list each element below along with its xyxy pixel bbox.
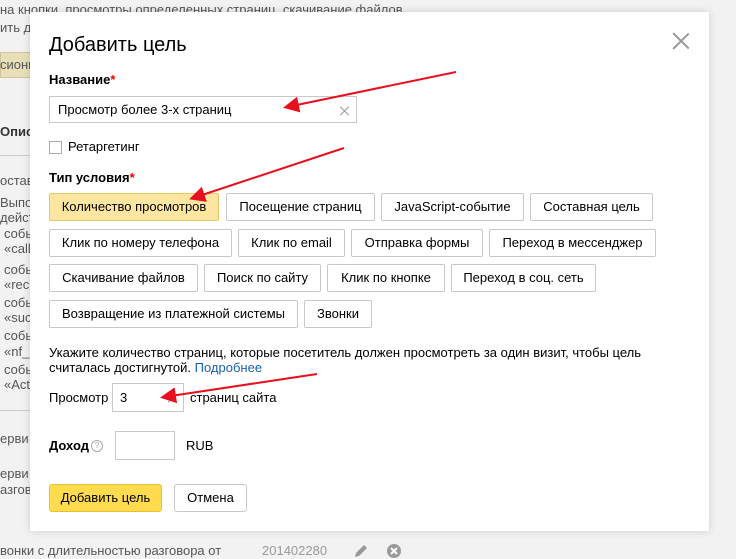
help-icon[interactable]: ? [91,440,103,452]
retargeting-label: Ретаргетинг [68,139,140,154]
background-snippet: ерви [0,466,29,481]
condition-email-click[interactable]: Клик по email [238,229,345,257]
name-label: Название* [49,72,116,87]
close-icon[interactable] [672,32,690,50]
background-snippet: «rec [4,277,30,292]
views-label: Просмотр [49,390,109,405]
views-hint: Укажите количество страниц, которые посе… [49,345,642,375]
clear-views-icon[interactable] [168,393,178,403]
background-snippet: азгов [0,482,32,497]
add-goal-dialog: Добавить цель Название* Просмотр более 3… [30,12,709,531]
condition-page-visit[interactable]: Посещение страниц [226,193,375,221]
background-snippet: ерви [0,431,29,446]
background-snippet: «suc [4,310,32,325]
background-snippet: «Act [4,377,31,392]
clear-input-icon[interactable] [340,106,350,116]
close-circle-icon [387,544,401,558]
condition-page-views[interactable]: Количество просмотров [49,193,219,221]
condition-site-search[interactable]: Поиск по сайту [204,264,321,292]
condition-payment-return[interactable]: Возвращение из платежной системы [49,300,298,328]
income-label: Доход [49,438,89,453]
condition-type-label: Тип условия* [49,170,135,185]
income-currency: RUB [186,438,214,453]
cancel-button[interactable]: Отмена [174,484,247,512]
condition-phone-click[interactable]: Клик по номеру телефона [49,229,232,257]
retargeting-checkbox[interactable] [49,141,62,154]
background-divider [0,410,30,411]
background-snippet: «call [4,241,31,256]
condition-calls[interactable]: Звонки [304,300,372,328]
pencil-icon [355,545,367,557]
income-input[interactable] [115,431,175,460]
goal-name-input[interactable]: Просмотр более 3-х страниц [49,96,357,123]
background-snippet: «nf_ [4,344,30,359]
background-divider [0,155,30,156]
condition-composite-goal[interactable]: Составная цель [530,193,653,221]
condition-social-network[interactable]: Переход в соц. сеть [451,264,596,292]
required-mark: * [110,72,116,87]
background-bottom-text: вонки с длительностью разговора от [0,543,222,558]
condition-messenger[interactable]: Переход в мессенджер [489,229,656,257]
background-bottom-number: 201402280 [262,543,328,558]
condition-button-click[interactable]: Клик по кнопке [327,264,445,292]
condition-file-download[interactable]: Скачивание файлов [49,264,198,292]
condition-form-submit[interactable]: Отправка формы [351,229,483,257]
dialog-title: Добавить цель [49,34,187,56]
required-mark: * [129,170,135,185]
background-snippet: остав [0,173,34,188]
condition-javascript-event[interactable]: JavaScript-событие [381,193,524,221]
add-goal-button[interactable]: Добавить цель [49,484,162,512]
learn-more-link[interactable]: Подробнее [195,360,262,375]
views-suffix: страниц сайта [190,390,277,405]
